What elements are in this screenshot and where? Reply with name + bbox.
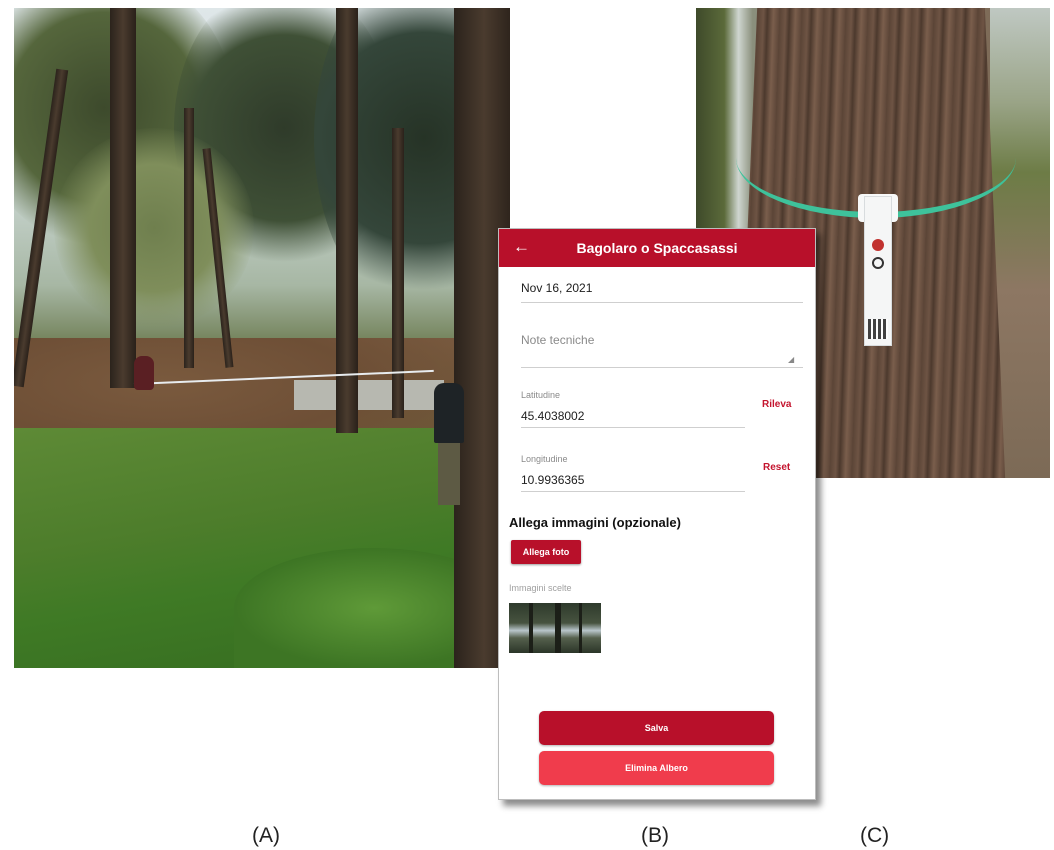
- attach-photo-button[interactable]: Allega foto: [511, 540, 581, 564]
- divider: [521, 367, 803, 368]
- caption-b: (B): [641, 824, 669, 847]
- seal-icon: [872, 239, 884, 251]
- tree-trunk: [184, 108, 194, 368]
- app-screen: ← Bagolaro o Spaccasassi Nov 16, 2021 No…: [498, 228, 816, 800]
- caption-c: (C): [860, 824, 890, 847]
- image-thumbnail[interactable]: [509, 603, 601, 653]
- tree-id-tag: [864, 196, 892, 346]
- thumbnail-trunk: [579, 603, 582, 653]
- page-title: Bagolaro o Spaccasassi: [576, 240, 738, 256]
- divider: [521, 491, 745, 492]
- tree-trunk: [392, 128, 404, 418]
- person-crouching: [134, 356, 154, 390]
- delete-tree-button[interactable]: Elimina Albero: [539, 751, 774, 785]
- thumbnail-trunk: [529, 603, 533, 653]
- photo-park-measurement: [14, 8, 510, 668]
- latitude-label: Latitudine: [521, 390, 561, 400]
- qr-code-icon: [868, 319, 888, 339]
- date-field[interactable]: Nov 16, 2021: [521, 281, 592, 295]
- longitude-label: Longitudine: [521, 454, 568, 464]
- stone-wall: [294, 380, 444, 410]
- divider: [521, 427, 745, 428]
- thumbnail-trunk: [555, 603, 561, 653]
- tree-trunk: [336, 8, 358, 433]
- attach-images-heading: Allega immagini (opzionale): [509, 515, 681, 530]
- save-button[interactable]: Salva: [539, 711, 774, 745]
- notes-field[interactable]: Note tecniche: [521, 333, 594, 347]
- tree-trunk: [110, 8, 136, 388]
- app-bar: ← Bagolaro o Spaccasassi: [499, 229, 815, 267]
- arrow-left-icon[interactable]: ←: [513, 237, 530, 257]
- caption-a: (A): [252, 824, 280, 847]
- longitude-field[interactable]: 10.9936365: [521, 473, 584, 487]
- reset-location-button[interactable]: Reset: [763, 462, 790, 473]
- resize-handle-icon[interactable]: ◢: [788, 355, 794, 364]
- person-legs: [438, 443, 460, 505]
- divider: [521, 302, 803, 303]
- chosen-images-label: Immagini scelte: [509, 583, 572, 593]
- detect-location-button[interactable]: Rileva: [762, 399, 791, 410]
- person-standing: [434, 383, 464, 443]
- latitude-field[interactable]: 45.4038002: [521, 409, 584, 423]
- logo-icon: [872, 257, 884, 269]
